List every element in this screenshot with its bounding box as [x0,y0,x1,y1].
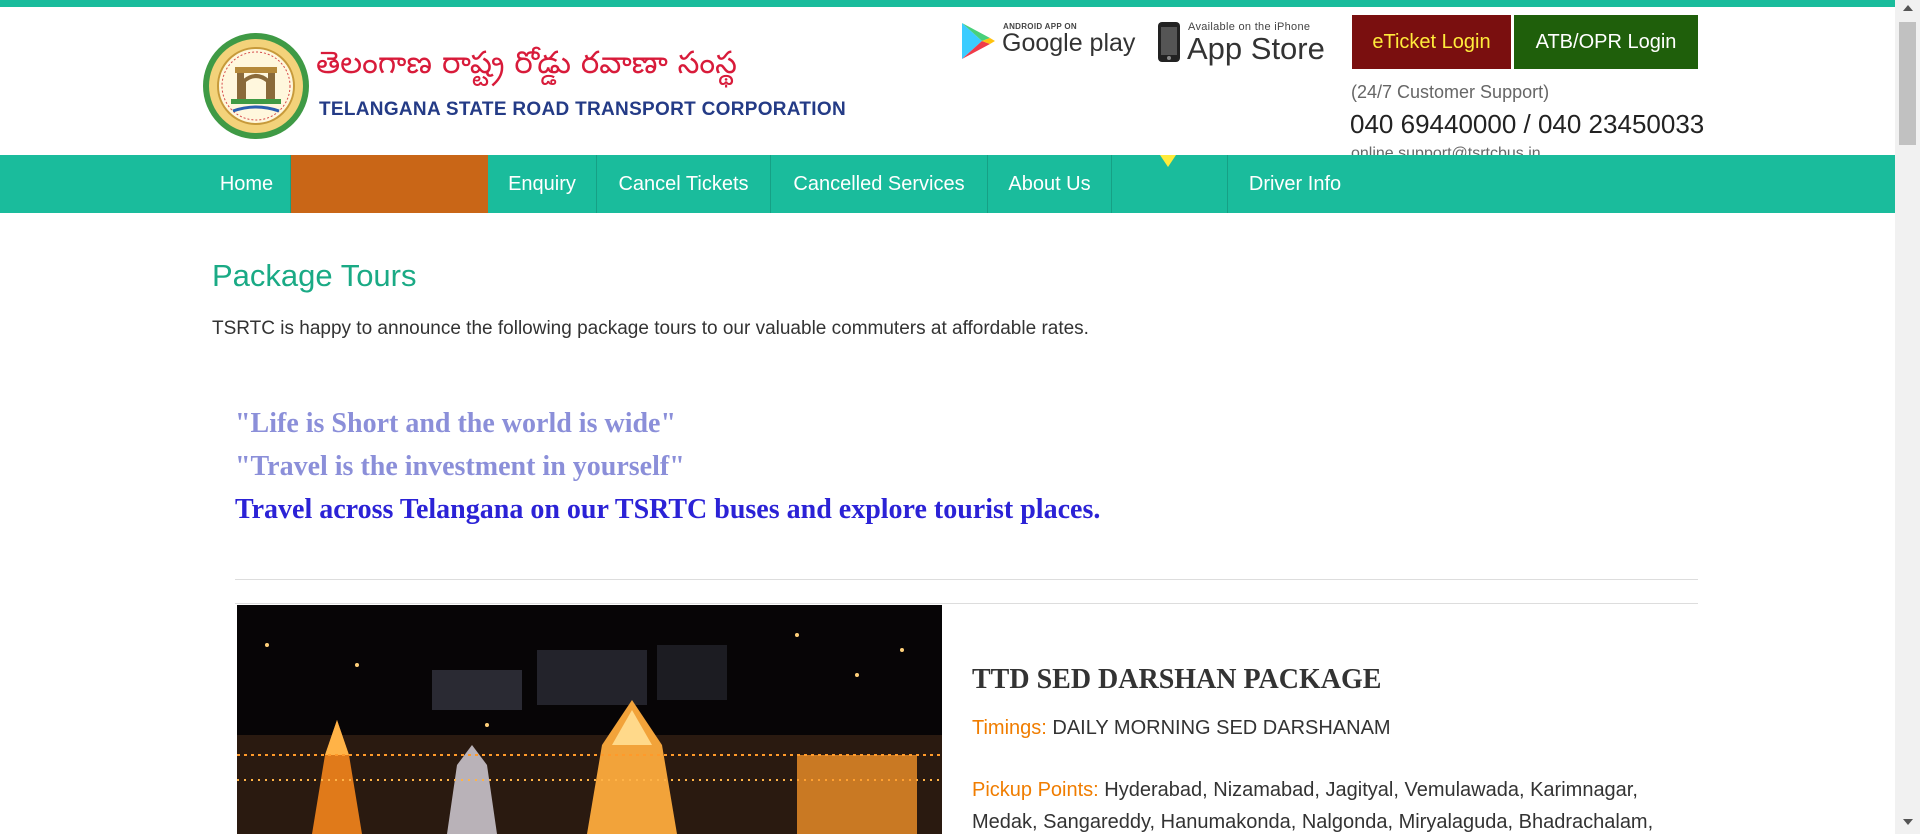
eticket-login-button[interactable]: eTicket Login [1352,15,1511,69]
quote-line-1: "Life is Short and the world is wide" [235,408,677,439]
pickup-line-1: Hyderabad, Nizamabad, Jagityal, Vemulawa… [1104,779,1638,801]
google-play-text: Google play [1002,29,1136,57]
nav-driver-info[interactable]: Driver Info [1228,155,1362,213]
customer-support-phone: 040 69440000 / 040 23450033 [1350,109,1705,139]
tour-photo[interactable] [237,605,942,834]
page-title: Package Tours [212,258,417,293]
nav-highlighted-item[interactable] [291,155,488,213]
customer-support-label: (24/7 Customer Support) [1351,82,1550,102]
tsrtc-emblem-icon[interactable] [201,31,311,141]
intro-text: TSRTC is happy to announce the following… [212,318,1089,339]
vertical-scrollbar[interactable] [1895,0,1920,834]
timings-label: Timings: [972,717,1047,739]
scroll-up-arrow-icon[interactable] [1903,5,1913,11]
app-store-text: App Store [1187,31,1325,66]
brand-name-english: TELANGANA STATE ROAD TRANSPORT CORPORATI… [319,99,846,120]
nav-home[interactable]: Home [203,155,291,213]
pickup-label: Pickup Points: [972,779,1099,801]
nav-enquiry[interactable]: Enquiry [488,155,597,213]
section-divider [235,579,1698,580]
scroll-down-arrow-icon[interactable] [1903,819,1913,825]
tour-pickup-points: Pickup Points: Hyderabad, Nizamabad, Jag… [972,779,1638,802]
atb-opr-login-button[interactable]: ATB/OPR Login [1514,15,1698,69]
pickup-line-2: Medak, Sangareddy, Hanumakonda, Nalgonda… [972,811,1654,833]
iphone-icon [1158,22,1180,62]
nav-cancel-tickets[interactable]: Cancel Tickets [597,155,771,213]
app-store-badge[interactable]: Available on the iPhone App Store [1155,15,1325,66]
site-header: తెలంగాణ రాష్ట్ర రోడ్డు రవాణా సంస్థ TELAN… [0,7,1895,162]
nav-about-us[interactable]: About Us [988,155,1112,213]
quote-line-2: "Travel is the investment in yourself" [235,451,685,482]
temple-night-illustration [237,605,942,834]
card-top-border [235,603,1698,604]
google-play-badge[interactable]: ANDROID APP ON Google play [958,15,1135,65]
nav-caret-icon [1160,155,1176,167]
brand-name-telugu: తెలంగాణ రాష్ట్ర రోడ్డు రవాణా సంస్థ [316,45,737,81]
tour-timings: Timings: DAILY MORNING SED DARSHANAM [972,717,1391,740]
google-play-icon [962,23,995,59]
nav-cancelled-services[interactable]: Cancelled Services [771,155,988,213]
tour-title: TTD SED DARSHAN PACKAGE [972,664,1382,695]
main-nav: Home Enquiry Cancel Tickets Cancelled Se… [0,155,1895,213]
timings-value: DAILY MORNING SED DARSHANAM [1052,717,1391,739]
quote-line-3: Travel across Telangana on our TSRTC bus… [235,494,1101,525]
top-accent-strip [0,0,1895,7]
scroll-thumb[interactable] [1899,22,1916,145]
